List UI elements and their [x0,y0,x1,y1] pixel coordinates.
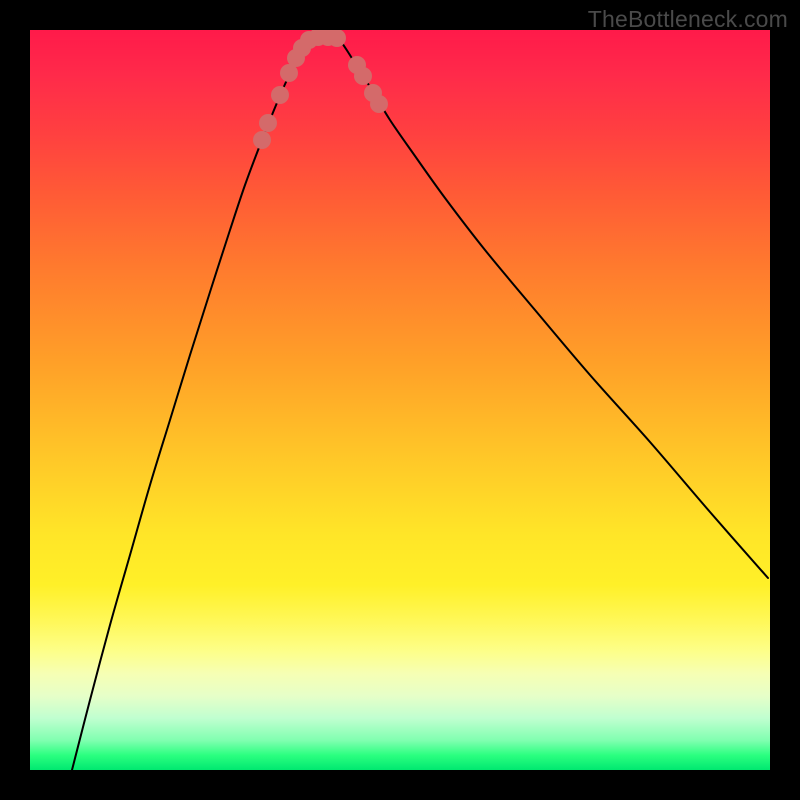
chart-svg [30,30,770,770]
highlight-dot [354,67,372,85]
highlight-dot [253,131,271,149]
highlight-dot [271,86,289,104]
highlight-dot [259,114,277,132]
chart-frame: TheBottleneck.com [0,0,800,800]
bottleneck-curve [72,38,768,770]
plot-area [30,30,770,770]
highlight-dot [370,95,388,113]
watermark-text: TheBottleneck.com [588,6,788,33]
